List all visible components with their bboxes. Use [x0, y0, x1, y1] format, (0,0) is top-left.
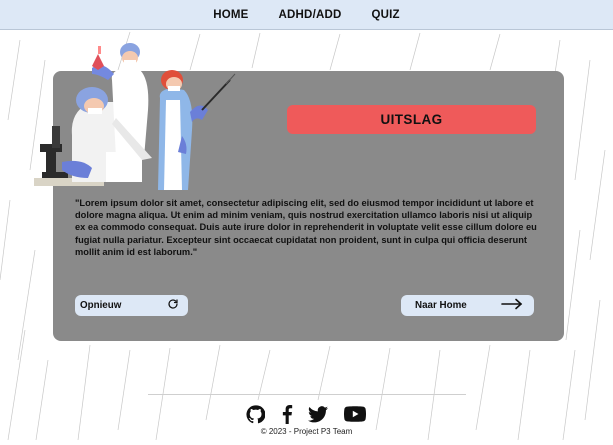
twitter-icon[interactable]	[308, 405, 329, 423]
home-button-label: Naar Home	[415, 300, 467, 311]
youtube-icon[interactable]	[343, 406, 366, 422]
facebook-icon[interactable]	[281, 404, 293, 424]
nav-adhd-link[interactable]: ADHD/ADD	[279, 9, 342, 21]
restart-button[interactable]: Opnieuw	[75, 295, 188, 316]
refresh-icon	[167, 298, 179, 313]
github-icon[interactable]	[246, 404, 265, 424]
restart-button-label: Opnieuw	[80, 300, 122, 311]
footer-divider	[148, 394, 466, 395]
social-links	[246, 404, 366, 424]
nav-quiz-link[interactable]: QUIZ	[371, 9, 399, 21]
arrow-right-icon	[501, 298, 523, 313]
scientists-illustration	[34, 43, 236, 190]
copyright-text: © 2023 - Project P3 Team	[260, 427, 353, 436]
top-nav: HOME ADHD/ADD QUIZ	[0, 0, 613, 30]
nav-home-link[interactable]: HOME	[213, 9, 248, 21]
result-description: "Lorem ipsum dolor sit amet, consectetur…	[75, 198, 537, 257]
result-title: UITSLAG	[287, 105, 536, 134]
home-button[interactable]: Naar Home	[401, 295, 534, 316]
